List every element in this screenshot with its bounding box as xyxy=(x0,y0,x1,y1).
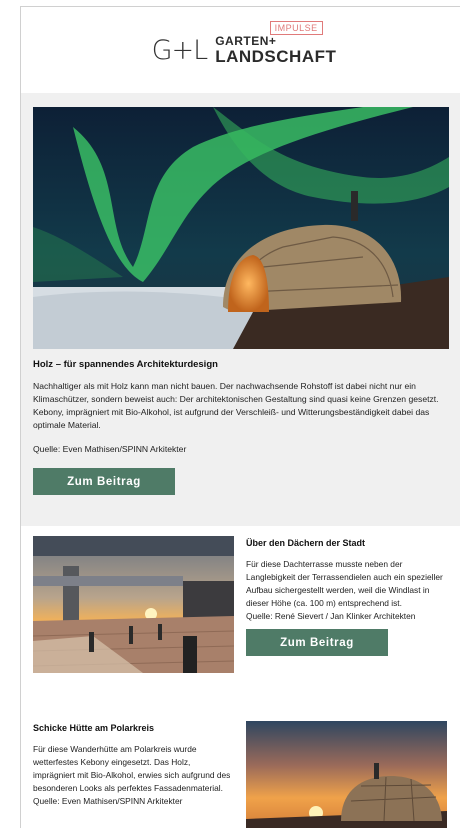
rooftop-article-text-column: Über den Dächern der Stadt Für diese Dac… xyxy=(246,536,446,686)
rooftop-article-title: Über den Dächern der Stadt xyxy=(246,538,366,548)
brand-logo[interactable]: G+L GARTEN+ LANDSCHAFT IMPULSE xyxy=(151,20,337,66)
logo-impulse-badge: IMPULSE xyxy=(269,20,323,35)
polar-hut-illustration xyxy=(246,721,447,828)
rooftop-article-text: Für diese Dachterrasse musste neben der … xyxy=(246,559,443,608)
polar-hut-image[interactable] xyxy=(246,721,447,828)
featured-title: Holz – für spannendes Architekturdesign xyxy=(33,359,218,370)
rooftop-read-more-button[interactable]: Zum Beitrag xyxy=(246,629,388,656)
article-polar-hut: Schicke Hütte am Polarkreis Für diese Wa… xyxy=(21,721,460,828)
newsletter-header: G+L GARTEN+ LANDSCHAFT IMPULSE xyxy=(21,7,460,93)
aurora-cabin-illustration xyxy=(33,107,449,349)
logo-word-garten: GARTEN+ xyxy=(215,34,277,48)
logo-word-landschaft: LANDSCHAFT xyxy=(215,47,337,66)
polar-hut-article-source: Quelle: Even Mathisen/SPINN Arkitekter xyxy=(33,796,183,806)
polar-hut-article-text: Für diese Wanderhütte am Polarkreis wurd… xyxy=(33,744,231,793)
logo-wordmark: GARTEN+ LANDSCHAFT xyxy=(215,35,336,65)
rooftop-article-source: Quelle: René Sievert / Jan Klinker Archi… xyxy=(246,611,416,621)
featured-article: Holz – für spannendes Architekturdesign … xyxy=(21,93,460,526)
aurora-cabin-image[interactable] xyxy=(33,107,449,349)
polar-hut-article-title: Schicke Hütte am Polarkreis xyxy=(33,723,155,733)
featured-source: Quelle: Even Mathisen/SPINN Arkitekter xyxy=(33,444,187,454)
featured-text: Nachhaltiger als mit Holz kann man nicht… xyxy=(33,381,439,430)
logo-monogram: G+L xyxy=(151,34,209,66)
polar-hut-article-text-column: Schicke Hütte am Polarkreis Für diese Wa… xyxy=(33,721,234,828)
rooftop-terrace-image[interactable] xyxy=(33,536,234,673)
newsletter-frame: G+L GARTEN+ LANDSCHAFT IMPULSE Holz – fü… xyxy=(20,6,460,828)
featured-read-more-button[interactable]: Zum Beitrag xyxy=(33,468,175,495)
rooftop-terrace-illustration xyxy=(33,536,234,673)
article-rooftop: Über den Dächern der Stadt Für diese Dac… xyxy=(21,526,460,686)
